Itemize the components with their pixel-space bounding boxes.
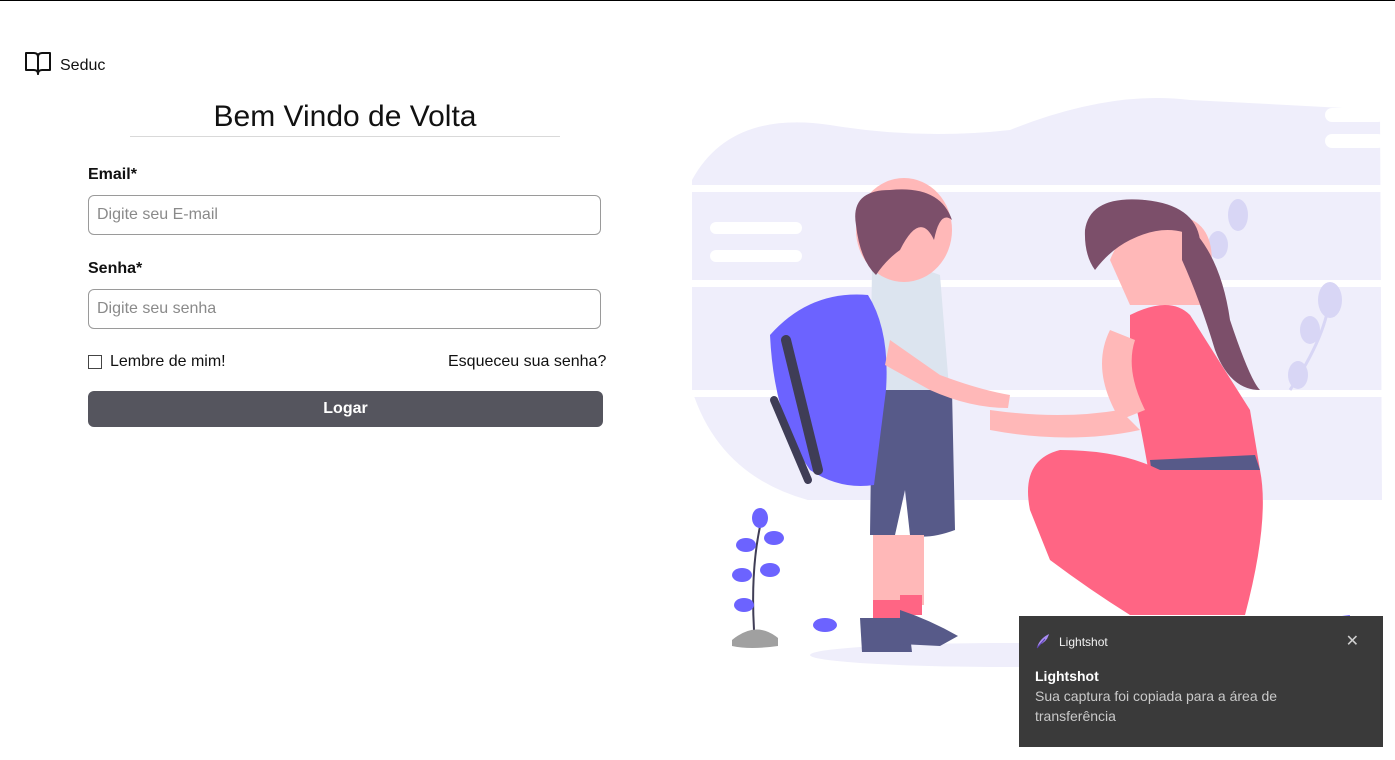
top-border xyxy=(0,0,1395,1)
remember-label: Lembre de mim! xyxy=(110,353,226,370)
remember-checkbox[interactable] xyxy=(88,355,102,369)
brand-name: Seduc xyxy=(60,56,106,74)
email-label: Email* xyxy=(88,166,137,183)
forgot-password-link[interactable]: Esqueceu sua senha? xyxy=(448,353,606,371)
password-label: Senha* xyxy=(88,260,143,277)
hero-illustration xyxy=(690,90,1385,685)
login-button[interactable]: Logar xyxy=(88,391,603,427)
password-field[interactable] xyxy=(88,289,601,329)
remember-me[interactable]: Lembre de mim! xyxy=(88,353,226,371)
feather-icon xyxy=(1035,633,1051,652)
email-field[interactable] xyxy=(88,195,601,235)
toast-message: Sua captura foi copiada para a área de t… xyxy=(1035,688,1278,724)
page-title: Bem Vindo de Volta xyxy=(130,100,560,137)
toast-notification[interactable]: Lightshot ✕ Lightshot Sua captura foi co… xyxy=(1019,616,1383,747)
open-book-icon xyxy=(24,50,52,81)
brand[interactable]: Seduc xyxy=(24,50,105,81)
close-icon[interactable]: ✕ xyxy=(1346,634,1359,650)
toast-header: Lightshot xyxy=(1035,616,1367,668)
toast-title: Lightshot xyxy=(1035,668,1099,684)
toast-app-name: Lightshot xyxy=(1059,635,1108,649)
